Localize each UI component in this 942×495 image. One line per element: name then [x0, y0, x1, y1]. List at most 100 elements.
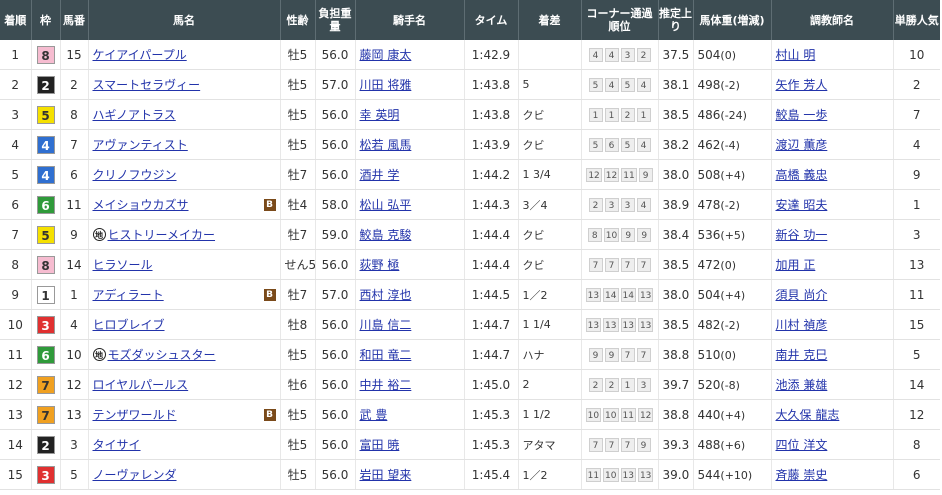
horse-name-link[interactable]: ヒストリーメイカー: [108, 226, 216, 243]
horse-name-link[interactable]: クリノフウジン: [93, 166, 177, 183]
jockey-cell: 幸 英明: [355, 99, 465, 130]
horse-name-link[interactable]: テンザワールド: [93, 406, 177, 423]
horse-name-link[interactable]: ケイアイパープル: [93, 46, 187, 63]
jockey-link[interactable]: 松山 弘平: [360, 198, 412, 212]
margin: ハナ: [518, 339, 582, 370]
horse-cell: クリノフウジン: [88, 159, 281, 190]
waku-badge: 4: [36, 135, 55, 154]
body-weight-diff: (0): [720, 48, 736, 62]
popularity: 14: [893, 369, 940, 400]
jockey-cell: 松山 弘平: [355, 189, 465, 220]
trainer-link[interactable]: 渡辺 薫彦: [776, 138, 828, 152]
corner-position: 4: [636, 197, 651, 212]
trainer-cell: 斉藤 崇史: [771, 459, 894, 490]
jockey-link[interactable]: 富田 暁: [360, 438, 400, 452]
corner-position: 7: [620, 347, 635, 362]
jockey-link[interactable]: 松若 風馬: [360, 138, 412, 152]
horse-cell: メイショウカズサ B: [88, 189, 281, 220]
horse-name-link[interactable]: ヒロブレイブ: [93, 316, 165, 333]
body-weight-diff: (+4): [720, 288, 746, 302]
corner-position: 7: [636, 257, 651, 272]
trainer-link[interactable]: 安達 昭夫: [776, 198, 828, 212]
jockey-cell: 中井 裕二: [355, 369, 465, 400]
jockey-link[interactable]: 川田 将雅: [360, 78, 412, 92]
horse-cell: テンザワールド B: [88, 399, 281, 430]
jockey-link[interactable]: 岩田 望来: [360, 468, 412, 482]
trainer-link[interactable]: 斉藤 崇史: [776, 468, 828, 482]
last-3f: 38.5: [658, 249, 694, 280]
trainer-link[interactable]: 池添 兼雄: [776, 378, 828, 392]
horse-cell: ヒラソール: [88, 249, 281, 280]
jockey-link[interactable]: 幸 英明: [360, 108, 400, 122]
body-weight: 508: [697, 167, 721, 182]
trainer-link[interactable]: 高橋 義忠: [776, 168, 828, 182]
body-weight-cell: 482(-2): [693, 309, 772, 340]
corner-position: 13: [637, 467, 654, 482]
horse-name-link[interactable]: ヒラソール: [93, 256, 153, 273]
margin: アタマ: [518, 429, 582, 460]
jockey-link[interactable]: 武 豊: [360, 408, 388, 422]
corner-position: 10: [603, 227, 620, 242]
horse-name-link[interactable]: ノーヴァレンダ: [93, 466, 177, 483]
jockey-link[interactable]: 鮫島 克駿: [360, 228, 412, 242]
trainer-link[interactable]: 川村 禎彦: [776, 318, 828, 332]
waku-cell: 8: [31, 40, 61, 70]
sex-age: 牡7: [280, 279, 316, 310]
horse-name-link[interactable]: スマートセラヴィー: [93, 76, 201, 93]
jockey-link[interactable]: 西村 淳也: [360, 288, 412, 302]
horse-name-link[interactable]: モズダッシュスター: [108, 346, 216, 363]
trainer-link[interactable]: 須貝 尚介: [776, 288, 828, 302]
trainer-link[interactable]: 村山 明: [776, 48, 816, 62]
corner-position: 2: [588, 377, 603, 392]
body-weight: 472: [697, 257, 721, 272]
corner-position: 8: [587, 227, 602, 242]
trainer-link[interactable]: 加用 正: [776, 258, 816, 272]
horse-name-link[interactable]: メイショウカズサ: [93, 196, 189, 213]
horse-name-link[interactable]: アディラート: [93, 286, 164, 303]
trainer-link[interactable]: 矢作 芳人: [776, 78, 828, 92]
race-time: 1:45.0: [464, 369, 519, 400]
popularity: 9: [893, 159, 940, 190]
jockey-link[interactable]: 荻野 極: [360, 258, 400, 272]
corner-cell: 11 10 13 13: [581, 459, 659, 490]
body-weight-diff: (0): [720, 258, 736, 272]
body-weight-cell: 544(+10): [693, 459, 772, 490]
last-3f: 39.7: [658, 369, 694, 400]
header-margin: 着差: [518, 0, 582, 40]
horse-name-link[interactable]: タイサイ: [93, 436, 141, 453]
trainer-link[interactable]: 四位 洋文: [776, 438, 828, 452]
corner-position: 3: [620, 197, 635, 212]
body-weight-cell: 486(-24): [693, 99, 772, 130]
horse-name-link[interactable]: ハギノアトラス: [93, 106, 176, 123]
horse-name-link[interactable]: アヴァンティスト: [93, 136, 188, 153]
popularity: 7: [893, 99, 940, 130]
corner-position: 9: [636, 437, 651, 452]
jockey-link[interactable]: 酒井 学: [360, 168, 400, 182]
jockey-link[interactable]: 和田 竜二: [360, 348, 412, 362]
jockey-link[interactable]: 中井 裕二: [360, 378, 412, 392]
header-corner: コーナー通過順位: [581, 0, 659, 40]
trainer-link[interactable]: 鮫島 一歩: [776, 108, 828, 122]
umaban: 1: [60, 279, 89, 310]
jockey-cell: 富田 暁: [355, 429, 465, 460]
horse-name-link[interactable]: ロイヤルパールス: [93, 376, 189, 393]
jockey-cell: 西村 淳也: [355, 279, 465, 310]
sex-age: 牡5: [280, 69, 316, 100]
race-time: 1:43.8: [464, 99, 519, 130]
jockey-link[interactable]: 川島 信二: [360, 318, 412, 332]
corner-cell: 13 14 14 13: [581, 279, 659, 310]
header-sexage: 性齢: [280, 0, 316, 40]
jockey-link[interactable]: 藤岡 康太: [360, 48, 412, 62]
body-weight-cell: 472(0): [693, 249, 772, 280]
race-time: 1:42.9: [464, 40, 519, 70]
trainer-cell: 大久保 龍志: [771, 399, 894, 430]
trainer-link[interactable]: 南井 克巳: [776, 348, 828, 362]
corner-cell: 4432: [581, 40, 659, 70]
blinker-icon: B: [263, 288, 276, 301]
horse-cell: ノーヴァレンダ: [88, 459, 281, 490]
trainer-link[interactable]: 新谷 功一: [776, 228, 828, 242]
popularity: 3: [893, 219, 940, 250]
trainer-link[interactable]: 大久保 龍志: [776, 408, 840, 422]
trainer-cell: 鮫島 一歩: [771, 99, 894, 130]
body-weight-diff: (+4): [720, 168, 746, 182]
